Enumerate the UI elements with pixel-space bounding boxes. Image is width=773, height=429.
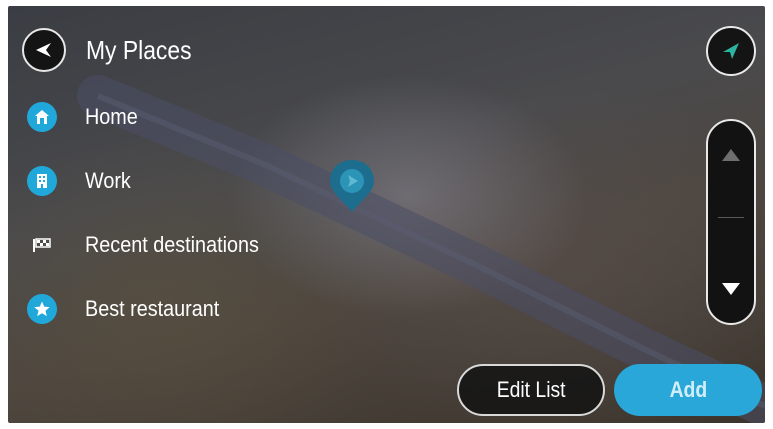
back-button[interactable] xyxy=(22,28,66,72)
recent-destinations-flag-icon xyxy=(27,230,57,260)
scroll-up-button[interactable] xyxy=(708,125,754,185)
list-item-label: Work xyxy=(85,168,131,193)
scroll-divider xyxy=(718,217,744,218)
work-building-icon xyxy=(27,166,57,196)
map-screen: My Places Home Work Recent destinations … xyxy=(8,6,765,423)
home-icon xyxy=(27,102,57,132)
compass-button[interactable] xyxy=(706,26,756,76)
list-item-recent-destinations[interactable]: Recent destinations xyxy=(18,222,418,268)
add-button[interactable]: Add xyxy=(614,364,762,416)
edit-list-button[interactable]: Edit List xyxy=(457,364,605,416)
page-title: My Places xyxy=(86,35,192,65)
add-label: Add xyxy=(669,377,707,402)
back-arrow-icon xyxy=(36,43,51,57)
chevron-down-icon xyxy=(722,283,740,295)
list-item-label: Home xyxy=(85,104,138,129)
edit-list-label: Edit List xyxy=(496,377,566,402)
compass-arrow-icon xyxy=(723,43,739,59)
list-item-home[interactable]: Home xyxy=(18,94,418,140)
list-item-label: Recent destinations xyxy=(85,232,259,257)
chevron-up-icon xyxy=(722,149,740,161)
star-icon xyxy=(27,294,57,324)
list-item-best-restaurant[interactable]: Best restaurant xyxy=(18,286,418,332)
list-item-label: Best restaurant xyxy=(85,296,220,321)
scrollbar[interactable] xyxy=(706,119,756,325)
map-location-pin-icon[interactable] xyxy=(325,156,379,216)
scroll-down-button[interactable] xyxy=(708,259,754,319)
